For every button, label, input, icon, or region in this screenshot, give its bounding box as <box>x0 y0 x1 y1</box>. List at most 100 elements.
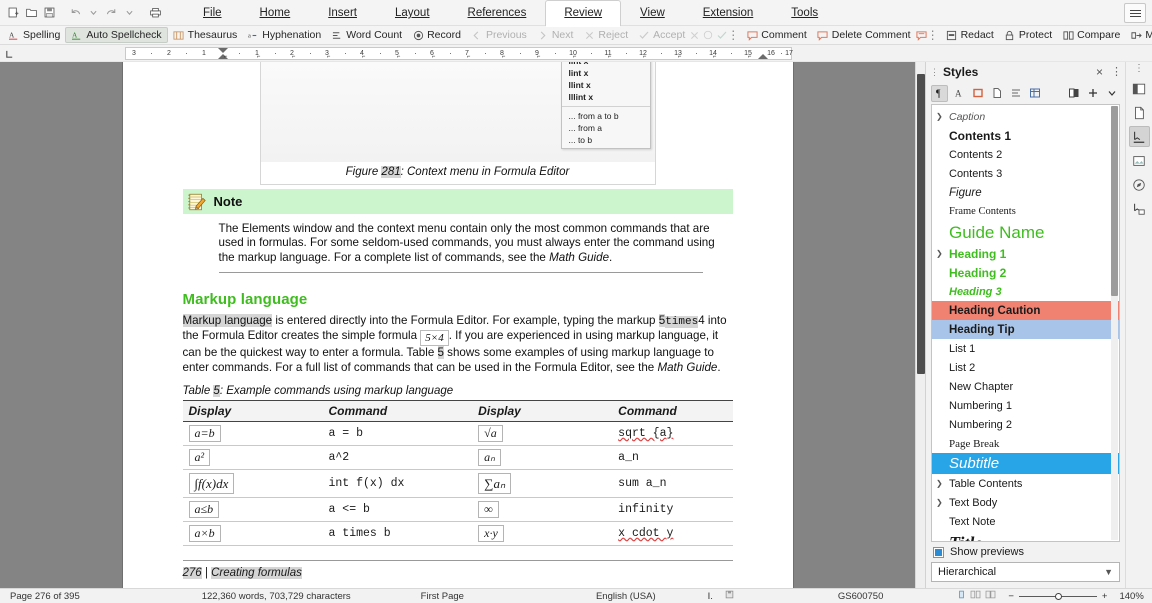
style-item-figure[interactable]: Figure <box>932 183 1119 202</box>
print-icon[interactable] <box>147 4 164 21</box>
styles-deck-icon[interactable] <box>1128 126 1150 147</box>
save-icon[interactable] <box>41 4 58 21</box>
compare-button[interactable]: Compare <box>1057 27 1125 43</box>
word-count-indicator[interactable]: 122,360 words, 703,729 characters <box>196 591 357 602</box>
style-item-contents-2[interactable]: Contents 2 <box>932 145 1119 164</box>
page-deck-icon[interactable] <box>1129 102 1150 123</box>
delete-comment-button[interactable]: Delete Comment <box>812 27 916 43</box>
frame-square-icon[interactable] <box>969 85 986 102</box>
style-item-frame-contents[interactable]: Frame Contents <box>932 202 1119 221</box>
figure-block[interactable]: iint x lint x llint x lllint x ... from … <box>259 62 656 185</box>
page-indicator[interactable]: Page 276 of 395 <box>4 591 86 602</box>
style-item-numbering-2[interactable]: Numbering 2 <box>932 415 1119 434</box>
style-item-text-body[interactable]: ❯ Text Body <box>932 493 1119 512</box>
single-page-view-icon[interactable] <box>957 590 966 602</box>
style-item-caption[interactable]: ❯ Caption <box>932 107 1119 126</box>
tab-extension[interactable]: Extension <box>684 0 773 26</box>
digital-signature-indicator[interactable]: GS600750 <box>832 591 889 602</box>
track-changes-overflow[interactable]: ⋮ <box>727 29 739 41</box>
comment-button[interactable]: Comment <box>741 27 812 43</box>
chevron-down-icon[interactable]: ▼ <box>1104 567 1113 577</box>
context-menu-item[interactable]: ... to b <box>562 134 650 146</box>
comment-options-icon[interactable] <box>915 29 927 41</box>
plus-icon[interactable] <box>1084 85 1101 102</box>
record-changes-button[interactable]: Record <box>407 27 466 43</box>
auto-spellcheck-button[interactable]: A Auto Spellcheck <box>65 27 168 43</box>
thesaurus-button[interactable]: Thesaurus <box>168 27 243 43</box>
document-modified-icon[interactable] <box>719 590 740 602</box>
styles-list-scrollbar[interactable] <box>1111 106 1118 540</box>
style-inspector-icon[interactable] <box>1129 198 1150 219</box>
list-icon[interactable] <box>1007 85 1024 102</box>
style-item-list-2[interactable]: List 2 <box>932 358 1119 377</box>
style-item-text-note[interactable]: Text Note <box>932 512 1119 531</box>
chevron-right-icon[interactable]: ❯ <box>936 498 947 507</box>
fill-format-icon[interactable] <box>1065 85 1082 102</box>
ruler-corner-tab-selector[interactable] <box>0 45 19 62</box>
chevron-right-icon[interactable]: ❯ <box>936 479 947 488</box>
zoom-track[interactable] <box>1018 592 1097 600</box>
show-previews-checkbox[interactable] <box>933 546 944 558</box>
merge-button[interactable]: Merge <box>1125 27 1152 43</box>
style-item-heading-tip[interactable]: Heading Tip <box>932 320 1119 339</box>
style-item-contents-1[interactable]: Contents 1 <box>932 126 1119 145</box>
zoom-slider[interactable]: − + <box>1002 591 1113 602</box>
new-icon[interactable] <box>5 4 22 21</box>
next-change-button[interactable]: Next <box>532 27 579 43</box>
redo-icon[interactable] <box>103 4 120 21</box>
context-menu-item[interactable]: llint x <box>562 79 650 91</box>
styles-filter-dropdown[interactable]: Hierarchical ▼ <box>931 562 1120 582</box>
redact-button[interactable]: Redact <box>941 27 999 43</box>
protect-button[interactable]: Protect <box>999 27 1057 43</box>
tab-insert[interactable]: Insert <box>309 0 376 26</box>
hamburger-menu-button[interactable] <box>1124 3 1146 23</box>
accept-change-button[interactable]: Accept <box>633 27 690 43</box>
zoom-handle[interactable] <box>1054 592 1062 600</box>
style-item-heading-3[interactable]: Heading 3 <box>932 282 1119 301</box>
open-folder-icon[interactable] <box>23 4 40 21</box>
document-page[interactable]: iint x lint x llint x lllint x ... from … <box>122 62 793 588</box>
reject-change-button[interactable]: Reject <box>578 27 633 43</box>
manage-changes-icon[interactable] <box>703 29 713 41</box>
table-row[interactable]: ∫f(x)dx int f(x) dx ∑aₙ sum a_n <box>182 469 733 499</box>
context-menu-item[interactable]: lint x <box>562 67 650 79</box>
scrollbar-thumb[interactable] <box>917 74 925 374</box>
sidebar-settings-icon[interactable]: ⋮ <box>1134 64 1144 74</box>
gallery-icon[interactable] <box>1129 150 1150 171</box>
properties-icon[interactable] <box>1129 78 1150 99</box>
tab-home[interactable]: Home <box>241 0 310 26</box>
document-vertical-scrollbar[interactable] <box>915 62 925 588</box>
book-view-icon[interactable] <box>985 590 996 602</box>
style-item-page-break[interactable]: Page Break <box>932 434 1119 453</box>
zoom-in-button[interactable]: + <box>1097 591 1108 602</box>
more-options-icon[interactable]: ⋮ <box>1111 66 1122 77</box>
table-row[interactable]: a×b a times b x·y x cdot y <box>182 521 733 547</box>
word-count-button[interactable]: Word Count <box>326 27 407 43</box>
commands-table[interactable]: Display Command Display Command a=b a = … <box>182 400 733 547</box>
zoom-level-indicator[interactable]: 140% <box>1113 591 1149 602</box>
tab-tools[interactable]: Tools <box>772 0 837 26</box>
context-menu-item[interactable]: ... from a <box>562 122 650 134</box>
context-menu-item[interactable]: ... from a to b <box>562 110 650 122</box>
horizontal-ruler[interactable]: 3 2 1 1 2 3 4 5 6 7 8 9 10 11 12 13 14 1… <box>125 47 793 60</box>
chevron-down-icon[interactable] <box>85 4 102 21</box>
tab-view[interactable]: View <box>621 0 684 26</box>
style-item-table-contents[interactable]: ❯ Table Contents <box>932 474 1119 493</box>
table-grid-icon[interactable] <box>1026 85 1043 102</box>
style-item-heading-1[interactable]: ❯ Heading 1 <box>932 244 1119 263</box>
style-item-new-chapter[interactable]: New Chapter <box>932 377 1119 396</box>
reject-all-icon[interactable] <box>690 29 699 41</box>
style-item-title[interactable]: Title <box>932 531 1119 542</box>
page-style-indicator[interactable]: First Page <box>415 591 470 602</box>
table-row[interactable]: a=b a = b √a sqrt {a} <box>182 421 733 447</box>
tab-references[interactable]: References <box>449 0 546 26</box>
tab-layout[interactable]: Layout <box>376 0 449 26</box>
spelling-button[interactable]: A Spelling <box>3 27 65 43</box>
table-row[interactable]: a² a^2 aₙ a_n <box>182 445 733 471</box>
sidebar-grip[interactable]: ⋮ <box>930 68 939 77</box>
styles-list[interactable]: ❯ Caption Contents 1 Contents 2 Contents … <box>931 104 1120 542</box>
multi-page-view-icon[interactable] <box>970 590 981 602</box>
chevron-right-icon[interactable]: ❯ <box>936 249 947 258</box>
page-icon[interactable] <box>988 85 1005 102</box>
zoom-out-button[interactable]: − <box>1008 591 1019 602</box>
